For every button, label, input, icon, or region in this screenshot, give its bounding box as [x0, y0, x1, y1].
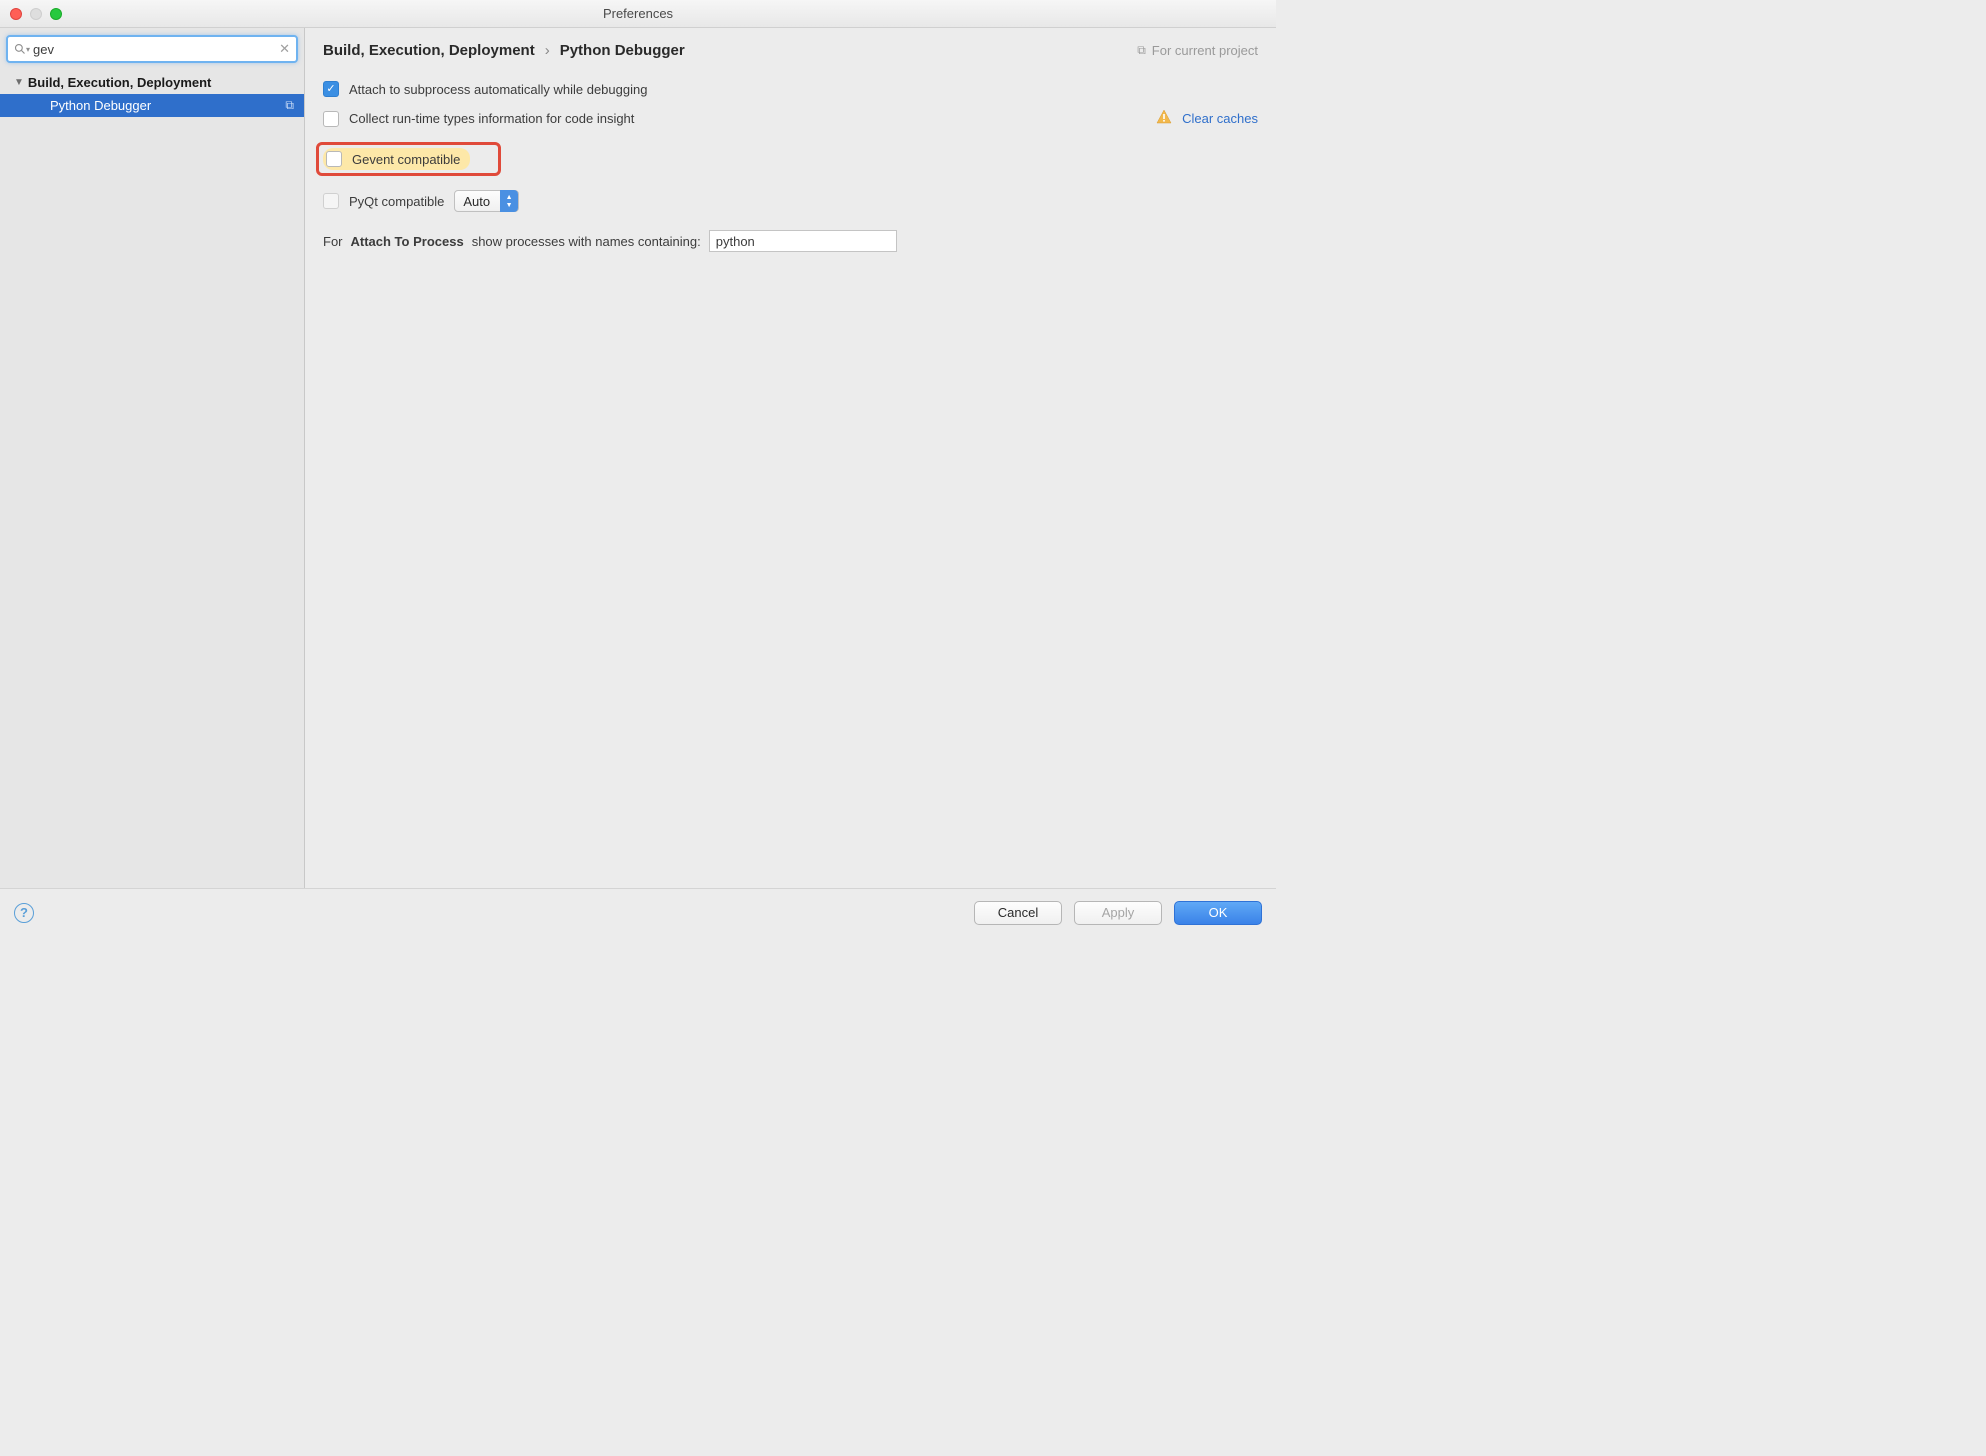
apply-button[interactable]: Apply [1074, 901, 1162, 925]
option-collect-runtime-types[interactable]: Collect run-time types information for c… [323, 103, 1258, 134]
select-value: Auto [463, 194, 490, 209]
tree-item-label: Build, Execution, Deployment [28, 75, 211, 90]
scope-badge: ⧉ For current project [1137, 43, 1258, 58]
window-title: Preferences [603, 6, 673, 21]
breadcrumb-part[interactable]: Build, Execution, Deployment [323, 42, 535, 59]
close-window-icon[interactable] [10, 8, 22, 20]
minimize-window-icon[interactable] [30, 8, 42, 20]
option-label: Attach to subprocess automatically while… [349, 82, 647, 97]
checkbox-unchecked-icon[interactable] [326, 151, 342, 167]
warning-icon [1156, 109, 1172, 128]
option-label: Collect run-time types information for c… [349, 111, 634, 126]
search-icon: ▾ [14, 43, 30, 55]
highlighted-option-gevent: Gevent compatible [316, 142, 501, 176]
attach-process-name-input[interactable] [709, 230, 897, 252]
attach-strong: Attach To Process [351, 234, 464, 249]
clear-search-icon[interactable]: ✕ [279, 41, 290, 57]
option-attach-subprocess[interactable]: Attach to subprocess automatically while… [323, 75, 1258, 103]
help-icon[interactable]: ? [14, 903, 34, 923]
project-scope-icon: ⧉ [1137, 43, 1146, 58]
ok-button[interactable]: OK [1174, 901, 1262, 925]
traffic-lights [0, 8, 62, 20]
checkbox-unchecked-icon[interactable] [323, 193, 339, 209]
settings-tree: ▼ Build, Execution, Deployment Python De… [0, 71, 304, 888]
option-pyqt-compatible[interactable]: PyQt compatible Auto ▲▼ [323, 184, 1258, 218]
tree-item-label: Python Debugger [50, 98, 151, 113]
tree-item-python-debugger[interactable]: Python Debugger ⧉ [0, 94, 304, 117]
tree-item-build-execution-deployment[interactable]: ▼ Build, Execution, Deployment [0, 71, 304, 94]
copy-settings-icon[interactable]: ⧉ [285, 98, 294, 113]
select-stepper-icon[interactable]: ▲▼ [500, 190, 518, 212]
option-label: Gevent compatible [352, 152, 460, 167]
breadcrumb: Build, Execution, Deployment › Python De… [323, 42, 685, 59]
chevron-right-icon: › [545, 42, 550, 59]
zoom-window-icon[interactable] [50, 8, 62, 20]
attach-suffix: show processes with names containing: [472, 234, 701, 249]
sidebar: ▾ ✕ ▼ Build, Execution, Deployment Pytho… [0, 28, 305, 888]
checkbox-unchecked-icon[interactable] [323, 111, 339, 127]
dialog-footer: ? Cancel Apply OK [0, 888, 1276, 936]
checkbox-checked-icon[interactable] [323, 81, 339, 97]
chevron-down-icon: ▼ [14, 77, 24, 88]
search-input[interactable] [33, 42, 279, 57]
option-label: PyQt compatible [349, 194, 444, 209]
titlebar: Preferences [0, 0, 1276, 28]
pyqt-mode-select[interactable]: Auto ▲▼ [454, 190, 519, 212]
cancel-button[interactable]: Cancel [974, 901, 1062, 925]
breadcrumb-part: Python Debugger [560, 42, 685, 59]
attach-to-process-row: For Attach To Process show processes wit… [323, 226, 1258, 252]
attach-prefix: For [323, 234, 343, 249]
search-box[interactable]: ▾ ✕ [6, 35, 298, 63]
clear-caches-link[interactable]: Clear caches [1182, 111, 1258, 126]
main-panel: Build, Execution, Deployment › Python De… [305, 28, 1276, 888]
scope-label: For current project [1152, 43, 1258, 58]
